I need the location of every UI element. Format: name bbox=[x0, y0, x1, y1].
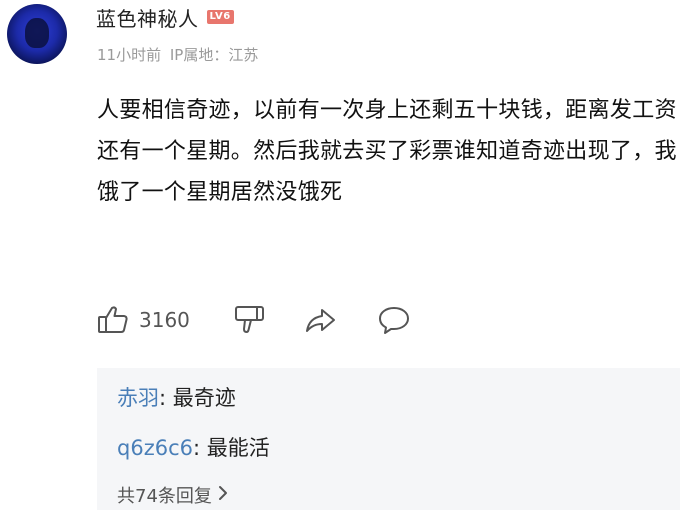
reply-author[interactable]: q6z6c6 bbox=[117, 436, 193, 460]
dislike-button[interactable] bbox=[233, 300, 267, 340]
reply-separator: : bbox=[159, 386, 173, 410]
comment-text: 人要相信奇迹，以前有一次身上还剩五十块钱，距离发工资还有一个星期。然后我就去买了… bbox=[97, 98, 677, 205]
reply-separator: : bbox=[192, 436, 207, 460]
level-badge: LV6 bbox=[206, 10, 234, 24]
username-row: 蓝色神秘人 LV6 bbox=[96, 2, 234, 32]
reply-item[interactable]: 赤羽: 最奇迹 bbox=[117, 382, 236, 412]
reply-author[interactable]: 赤羽 bbox=[117, 386, 159, 410]
username[interactable]: 蓝色神秘人 bbox=[96, 3, 199, 32]
share-icon bbox=[304, 305, 338, 335]
like-button[interactable]: 3160 bbox=[97, 300, 190, 340]
avatar[interactable] bbox=[7, 4, 67, 64]
like-count: 3160 bbox=[139, 308, 190, 332]
share-button[interactable] bbox=[304, 300, 338, 340]
reply-count-label: 共74条回复 bbox=[117, 486, 212, 507]
reply-button[interactable] bbox=[377, 300, 411, 340]
thumbs-up-icon bbox=[97, 305, 131, 335]
reply-text: 最能活 bbox=[206, 436, 270, 460]
reply-preview[interactable]: 赤羽: 最奇迹 q6z6c6: 最能活 共74条回复 bbox=[97, 368, 680, 510]
reply-item[interactable]: q6z6c6: 最能活 bbox=[117, 432, 270, 462]
comment-card: 蓝色神秘人 LV6 11小时前 IP属地：江苏 人要相信奇迹，以前有一次身上还剩… bbox=[0, 0, 680, 510]
ip-location: IP属地：江苏 bbox=[169, 46, 259, 64]
reply-text: 最奇迹 bbox=[172, 386, 236, 410]
comment-actions: 3160 bbox=[97, 300, 437, 340]
comment-meta: 11小时前 IP属地：江苏 bbox=[97, 44, 258, 65]
view-all-replies-link[interactable]: 共74条回复 bbox=[117, 482, 228, 508]
comment-bubble-icon bbox=[377, 304, 411, 336]
thumbs-down-icon bbox=[233, 304, 267, 336]
chevron-right-icon bbox=[218, 485, 228, 506]
timestamp: 11小时前 bbox=[97, 46, 162, 64]
